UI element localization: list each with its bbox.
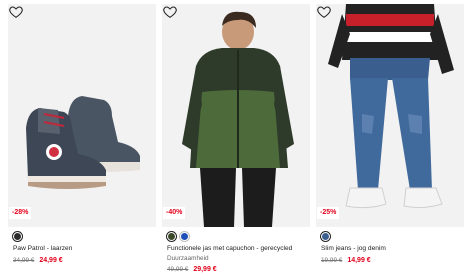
old-price: 49,99 € — [167, 266, 189, 273]
color-swatches — [12, 231, 23, 242]
discount-badge: -28% — [9, 207, 32, 219]
price-row: 34,99 € 24,99 € — [13, 257, 63, 264]
product-image[interactable]: -25% — [316, 4, 464, 227]
discount-badge: -40% — [163, 207, 186, 219]
color-swatch[interactable] — [166, 231, 177, 242]
product-card[interactable]: -25% Slim jeans - jog denim 19,99 € 14,9… — [316, 0, 464, 280]
heart-outline-icon[interactable] — [162, 4, 178, 20]
product-title[interactable]: Functionele jas met capuchon - gerecycle… — [167, 245, 310, 252]
jacket-illustration — [182, 11, 294, 227]
jeans-illustration — [328, 4, 454, 209]
sneaker-illustration — [26, 96, 140, 189]
old-price: 34,99 € — [13, 257, 35, 264]
heart-outline-icon[interactable] — [8, 4, 24, 20]
heart-outline-icon[interactable] — [316, 4, 332, 20]
price-row: 49,99 € 29,99 € — [167, 266, 217, 273]
color-swatch[interactable] — [179, 231, 190, 242]
product-image[interactable]: -28% — [8, 4, 156, 227]
color-swatch[interactable] — [12, 231, 23, 242]
discount-badge: -25% — [317, 207, 340, 219]
product-card[interactable]: -40% Functionele jas met capuchon - gere… — [162, 0, 310, 280]
price-row: 19,99 € 14,99 € — [321, 257, 371, 264]
sale-price: 14,99 € — [347, 257, 371, 264]
old-price: 19,99 € — [321, 257, 343, 264]
product-subtitle: Duurzaamheid — [167, 255, 209, 262]
color-swatches — [320, 231, 331, 242]
product-grid: -28% Paw Patrol - laarzen 34,99 € 24,99 … — [0, 0, 475, 280]
product-title[interactable]: Paw Patrol - laarzen — [13, 245, 156, 252]
sale-price: 24,99 € — [39, 257, 63, 264]
product-image[interactable]: -40% — [162, 4, 310, 227]
color-swatch[interactable] — [320, 231, 331, 242]
color-swatches — [166, 231, 190, 242]
product-title[interactable]: Slim jeans - jog denim — [321, 245, 464, 252]
sale-price: 29,99 € — [193, 266, 217, 273]
product-card[interactable]: -28% Paw Patrol - laarzen 34,99 € 24,99 … — [8, 0, 156, 280]
